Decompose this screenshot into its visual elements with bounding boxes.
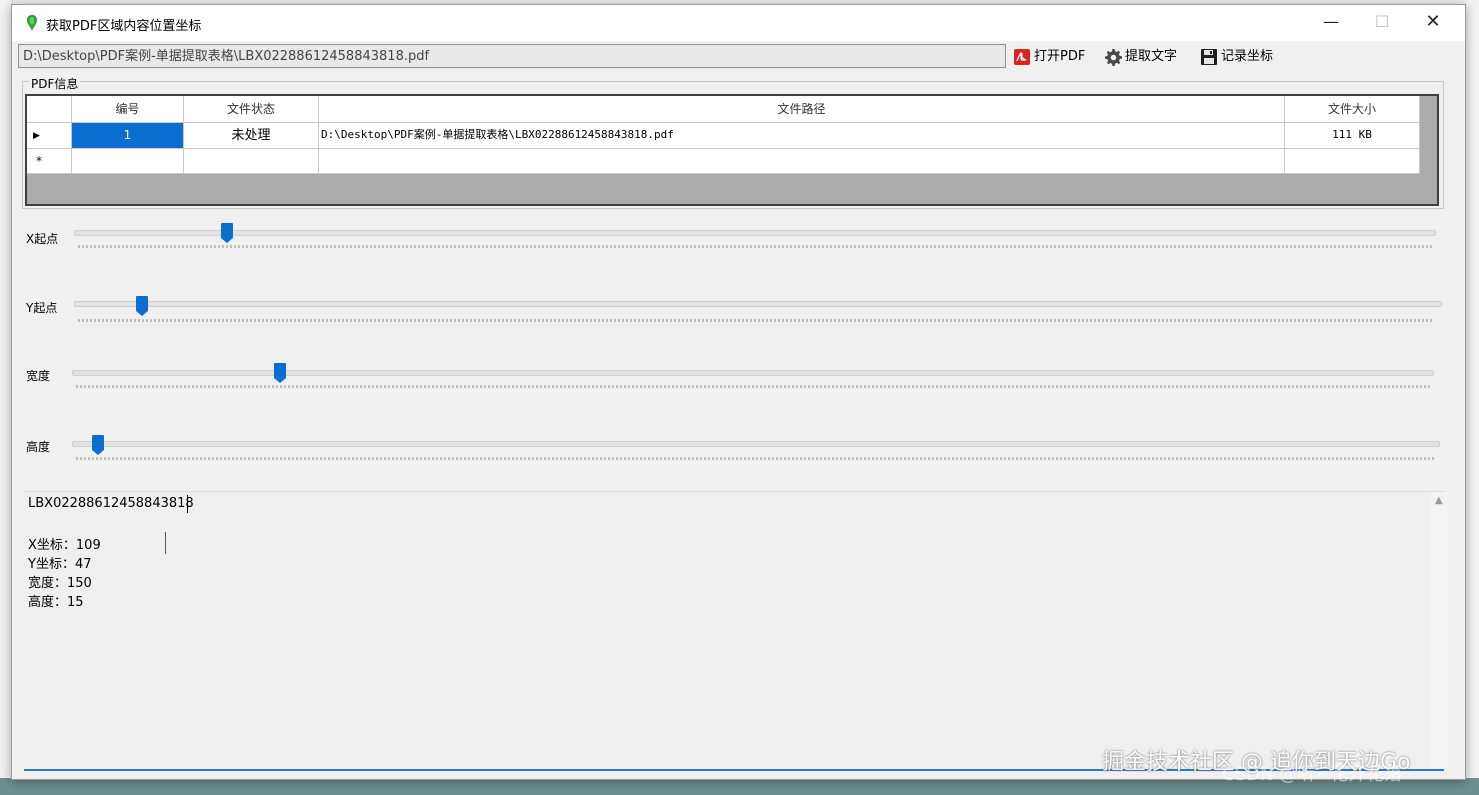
row-selector-new[interactable]: * [27,149,72,174]
pdf-icon [1014,49,1030,65]
output-width: 宽度：150 [28,576,92,591]
open-pdf-label: 打开PDF [1034,49,1086,64]
width-label: 宽度 [26,369,51,383]
pdf-file-grid[interactable]: 编号 文件状态 文件路径 文件大小 ▶ 1 未处理 D:\Desktop\PDF… [25,94,1439,206]
window-title: 获取PDF区域内容位置坐标 [46,19,202,34]
x-start-label: X起点 [26,232,59,246]
output-y-coordinate: Y坐标：47 [28,557,92,572]
background-window-right [1466,0,1479,795]
extract-text-label: 提取文字 [1125,49,1178,64]
new-row-cell-status[interactable] [184,149,319,174]
y-start-label: Y起点 [26,301,58,315]
cell-status[interactable]: 未处理 [184,123,319,149]
x-start-slider-track[interactable] [74,230,1436,236]
row-selector-current[interactable]: ▶ [27,123,72,149]
open-pdf-button[interactable]: 打开PDF [1014,46,1094,68]
cell-path[interactable]: D:\Desktop\PDF案例-单据提取表格\LBX0228861245884… [319,123,1285,149]
height-slider-track[interactable] [72,441,1440,447]
height-slider-ticks [76,457,1434,460]
record-coordinates-button[interactable]: 记录坐标 [1201,46,1281,68]
record-coordinates-label: 记录坐标 [1221,49,1274,64]
output-height: 高度：15 [28,595,84,610]
y-start-slider-track[interactable] [74,301,1442,307]
output-scrollbar[interactable] [1430,492,1448,768]
x-start-slider-thumb[interactable] [221,223,233,243]
cell-size[interactable]: 111 KB [1285,123,1420,149]
close-button[interactable]: ✕ [1410,5,1456,39]
y-start-slider-ticks [78,319,1434,322]
save-icon [1201,49,1217,65]
new-row-cell-id[interactable] [72,149,184,174]
column-header-status[interactable]: 文件状态 [184,96,319,123]
x-start-slider-ticks [78,245,1432,248]
extract-text-button[interactable]: 提取文字 [1105,46,1187,68]
height-slider-thumb[interactable] [92,435,104,455]
width-slider-thumb[interactable] [274,363,286,383]
pdf-info-group-label: PDF信息 [29,75,81,92]
watermark-text-secondary: CSDN @听~花开花落 [1222,764,1403,785]
new-row-cell-path[interactable] [319,149,1285,174]
output-textarea[interactable] [24,491,1444,769]
y-start-slider-thumb[interactable] [136,296,148,316]
new-row-cell-size[interactable] [1285,149,1420,174]
minimize-button[interactable]: — [1308,5,1354,39]
cell-id[interactable]: 1 [72,123,184,149]
grid-corner-header [27,96,72,123]
column-header-id[interactable]: 编号 [72,96,184,123]
width-slider-ticks [76,385,1430,388]
main-window: 获取PDF区域内容位置坐标 — ☐ ✕ D:\Desktop\PDF案例-单据提… [11,4,1466,780]
output-filename: LBX02288612458843818 [28,496,194,511]
output-x-coordinate: X坐标：109 [28,538,101,553]
pdf-path-field[interactable]: D:\Desktop\PDF案例-单据提取表格\LBX0228861245884… [18,44,1006,68]
height-label: 高度 [26,440,51,454]
app-icon [27,15,37,31]
text-caret [187,495,188,513]
column-header-path[interactable]: 文件路径 [319,96,1285,123]
column-header-size[interactable]: 文件大小 [1285,96,1420,123]
title-bar: 获取PDF区域内容位置坐标 — ☐ ✕ [12,5,1465,41]
gear-icon [1105,49,1122,66]
maximize-button[interactable]: ☐ [1359,5,1405,39]
text-cursor-ibeam [165,532,166,554]
scroll-up-arrow-icon[interactable]: ▲ [1435,495,1443,506]
